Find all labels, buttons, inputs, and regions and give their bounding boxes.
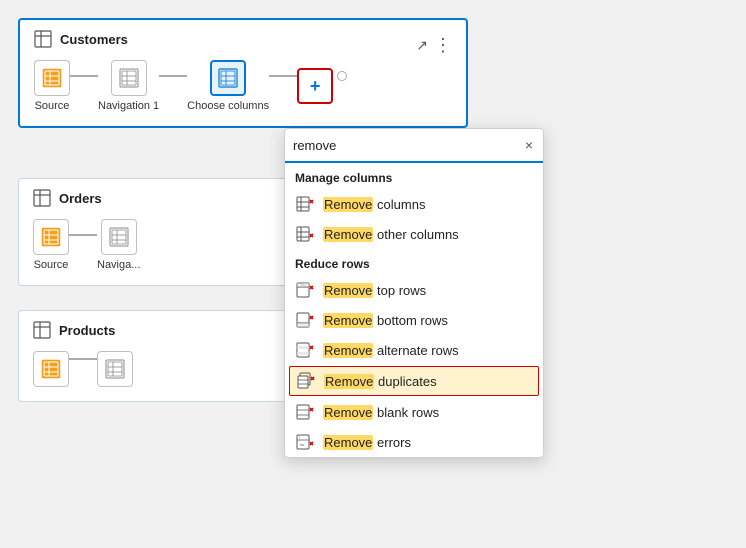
section-manage-columns: Manage columns [285, 163, 543, 189]
remove-columns-item[interactable]: Remove columns [285, 189, 543, 219]
remove-other-columns-label: Remove other columns [323, 227, 459, 242]
step-nav-products[interactable] [97, 351, 133, 387]
search-box: × [285, 129, 543, 163]
products-card: Products [18, 310, 288, 402]
remove-top-icon [295, 280, 315, 300]
step-dot [337, 71, 347, 81]
orders-title: Orders [33, 189, 102, 207]
step-source-products[interactable] [33, 351, 69, 387]
step-source-orders[interactable]: Source [33, 219, 69, 271]
remove-cols-icon [295, 194, 315, 214]
remove-blank-rows-item[interactable]: Remove blank rows [285, 397, 543, 427]
remove-alt-icon [295, 340, 315, 360]
connector-products-1 [69, 358, 97, 360]
customers-table-icon [34, 30, 52, 48]
section-reduce-rows: Reduce rows [285, 249, 543, 275]
remove-duplicates-item[interactable]: Remove duplicates [289, 366, 539, 396]
remove-duplicates-label: Remove duplicates [324, 374, 437, 389]
remove-errors-icon: ! [295, 432, 315, 452]
remove-blank-icon [295, 402, 315, 422]
remove-bottom-icon [295, 310, 315, 330]
remove-errors-item[interactable]: ! Remove errors [285, 427, 543, 457]
step-choose-columns[interactable]: Choose columns [187, 60, 269, 112]
connector-orders-1 [69, 234, 97, 236]
step-nav-customers[interactable]: Navigation 1 [98, 60, 159, 112]
canvas: Customers ↗ ⋮ Source [0, 0, 746, 548]
customers-card: Customers ↗ ⋮ Source [18, 18, 468, 128]
remove-other-cols-icon [295, 224, 315, 244]
more-icon[interactable]: ⋮ [434, 36, 452, 54]
svg-text:!: ! [299, 435, 300, 440]
expand-icon[interactable]: ↗ [416, 37, 428, 54]
remove-alternate-rows-item[interactable]: Remove alternate rows [285, 335, 543, 365]
connector-3 [269, 75, 297, 77]
connector-2 [159, 75, 187, 77]
remove-bottom-rows-label: Remove bottom rows [323, 313, 448, 328]
customers-title: Customers [34, 30, 128, 48]
remove-other-columns-item[interactable]: Remove other columns [285, 219, 543, 249]
add-step-button[interactable]: + [297, 68, 333, 104]
orders-card: Orders Source [18, 178, 288, 286]
search-input[interactable] [293, 138, 517, 153]
step-source-customers[interactable]: Source [34, 60, 70, 112]
search-clear-button[interactable]: × [523, 135, 535, 155]
orders-table-icon [33, 189, 51, 207]
remove-dupes-icon [296, 371, 316, 391]
remove-top-rows-label: Remove top rows [323, 283, 426, 298]
remove-top-rows-item[interactable]: Remove top rows [285, 275, 543, 305]
remove-columns-label: Remove columns [323, 197, 425, 212]
remove-errors-label: Remove errors [323, 435, 411, 450]
remove-bottom-rows-item[interactable]: Remove bottom rows [285, 305, 543, 335]
dropdown-panel: × Manage columns Remove columns [284, 128, 544, 458]
products-table-icon [33, 321, 51, 339]
remove-alternate-rows-label: Remove alternate rows [323, 343, 459, 358]
connector-1 [70, 75, 98, 77]
remove-blank-rows-label: Remove blank rows [323, 405, 439, 420]
products-title: Products [33, 321, 115, 339]
step-nav-orders[interactable]: Naviga... [97, 219, 140, 271]
